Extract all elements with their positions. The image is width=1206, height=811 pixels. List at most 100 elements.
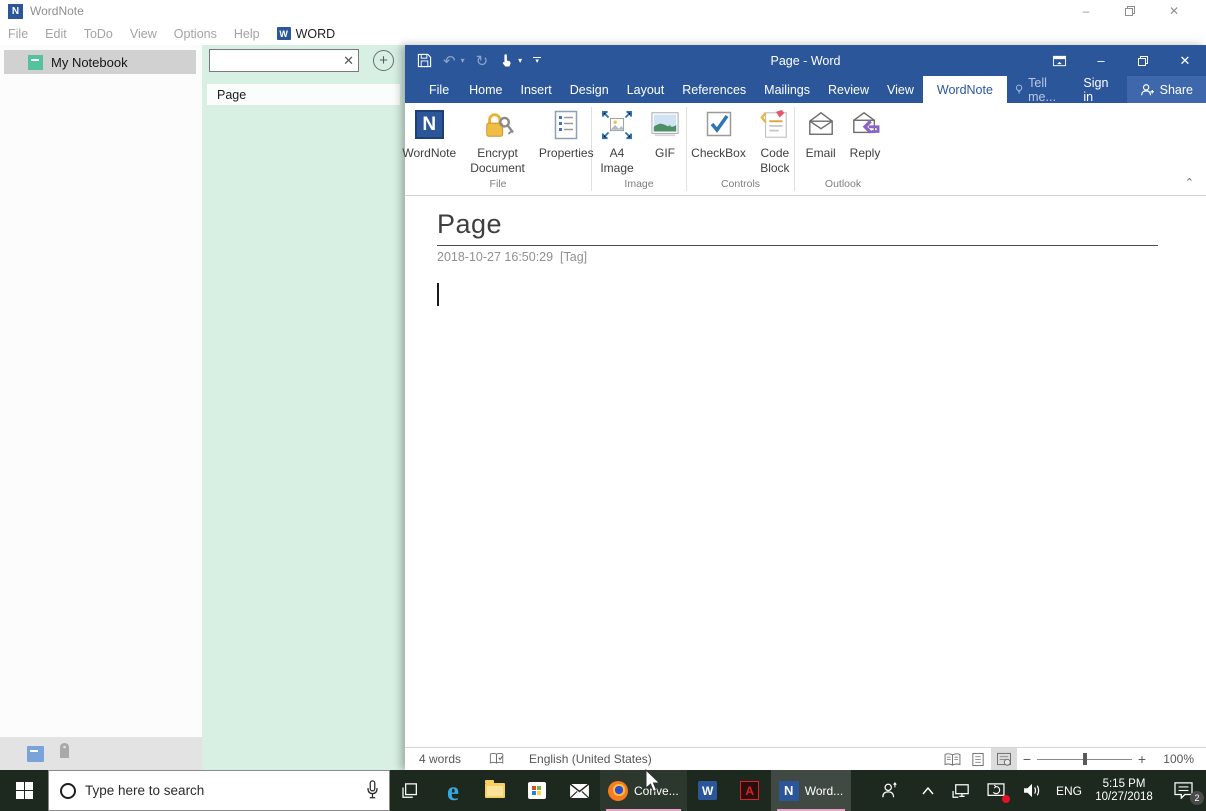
- windows-logo-icon: [16, 782, 33, 799]
- menu-view[interactable]: View: [130, 27, 157, 41]
- sidebar-item-my-notebook[interactable]: My Notebook: [4, 50, 196, 74]
- tab-insert[interactable]: Insert: [512, 76, 561, 103]
- reply-button[interactable]: Reply: [844, 108, 887, 161]
- save-icon[interactable]: [417, 53, 432, 68]
- menu-word[interactable]: W WORD: [277, 27, 336, 41]
- system-tray: ENG 5:15 PM 10/27/2018 2: [868, 770, 1206, 811]
- redo-icon[interactable]: ↻: [476, 52, 489, 70]
- tab-mailings[interactable]: Mailings: [755, 76, 819, 103]
- tab-file[interactable]: File: [418, 76, 460, 103]
- clock-time: 5:15 PM: [1095, 778, 1153, 791]
- wordnote-restore-button[interactable]: [1108, 0, 1152, 22]
- zoom-out-button[interactable]: −: [1017, 751, 1037, 767]
- read-mode-button[interactable]: [939, 748, 965, 770]
- tab-references[interactable]: References: [673, 76, 755, 103]
- checkbox-button[interactable]: CheckBox: [685, 108, 752, 161]
- customize-qat-icon[interactable]: ▾: [533, 57, 541, 64]
- zoom-percentage[interactable]: 100%: [1152, 752, 1194, 766]
- undo-icon[interactable]: ↶: [443, 52, 456, 70]
- notes-search-box[interactable]: ✕: [209, 49, 359, 72]
- note-list-item-page[interactable]: Page: [207, 84, 400, 105]
- menu-edit[interactable]: Edit: [45, 27, 67, 41]
- security-notification-button[interactable]: [978, 770, 1014, 811]
- wordnote-ribbon-button[interactable]: N WordNote: [396, 108, 462, 161]
- web-layout-button[interactable]: [991, 748, 1017, 770]
- search-clear-icon[interactable]: ✕: [343, 53, 354, 69]
- action-center-button[interactable]: 2: [1160, 770, 1206, 811]
- a4-image-button[interactable]: A4 Image: [592, 108, 642, 176]
- document-canvas[interactable]: Page 2018-10-27 16:50:29 [Tag]: [405, 196, 1206, 747]
- clock[interactable]: 5:15 PM 10/27/2018: [1088, 770, 1160, 811]
- tab-layout[interactable]: Layout: [618, 76, 674, 103]
- menu-help[interactable]: Help: [234, 27, 260, 41]
- microphone-icon[interactable]: [366, 780, 379, 805]
- touch-mode-icon[interactable]: [499, 53, 513, 68]
- notebook-blue-icon[interactable]: [27, 746, 44, 762]
- menu-file[interactable]: File: [8, 27, 28, 41]
- wordnote-taskbar-button[interactable]: N Word...: [771, 770, 851, 811]
- word-count[interactable]: 4 words: [419, 752, 461, 766]
- word-minimize-button[interactable]: –: [1080, 45, 1122, 76]
- wordnote-close-button[interactable]: ✕: [1152, 0, 1196, 22]
- zoom-slider[interactable]: [1037, 748, 1132, 770]
- add-page-button[interactable]: +: [373, 50, 394, 71]
- padlock-key-icon: [482, 110, 514, 146]
- tab-design[interactable]: Design: [561, 76, 618, 103]
- proofing-icon[interactable]: [489, 752, 505, 766]
- wordnote-titlebar[interactable]: N WordNote – ✕: [0, 0, 1206, 22]
- wordnote-minimize-button[interactable]: –: [1064, 0, 1108, 22]
- wordnote-app-icon-taskbar: N: [779, 781, 799, 801]
- sign-in-button[interactable]: Sign in: [1073, 76, 1122, 104]
- share-button[interactable]: Share: [1127, 76, 1206, 103]
- menu-options[interactable]: Options: [174, 27, 217, 41]
- network-button[interactable]: [944, 770, 978, 811]
- edge-button[interactable]: e: [432, 770, 474, 811]
- tab-review[interactable]: Review: [819, 76, 878, 103]
- show-hidden-icons-button[interactable]: [912, 770, 944, 811]
- word-status-bar: 4 words English (United States): [405, 747, 1206, 770]
- language-indicator[interactable]: ENG: [1050, 770, 1088, 811]
- menu-todo[interactable]: ToDo: [84, 27, 113, 41]
- word-taskbar-button[interactable]: W: [687, 770, 729, 811]
- firefox-taskbar-button[interactable]: Conve...: [600, 770, 687, 811]
- tab-view[interactable]: View: [878, 76, 923, 103]
- undo-dropdown-icon[interactable]: ▾: [461, 56, 465, 65]
- properties-list-icon: [552, 110, 580, 146]
- task-view-button[interactable]: [390, 770, 432, 811]
- acrobat-taskbar-button[interactable]: A: [729, 770, 771, 811]
- tag-icon[interactable]: [58, 742, 71, 765]
- code-block-button[interactable]: Code Block: [754, 108, 796, 176]
- word-close-button[interactable]: ✕: [1164, 45, 1206, 76]
- store-icon: [528, 782, 546, 799]
- print-layout-button[interactable]: [965, 748, 991, 770]
- encrypt-document-button[interactable]: Encrypt Document: [464, 108, 531, 176]
- collapse-ribbon-icon[interactable]: ⌃: [1185, 176, 1194, 189]
- volume-button[interactable]: [1014, 770, 1050, 811]
- taskbar-search-box[interactable]: Type here to search: [48, 770, 390, 811]
- document-title-block: Page: [437, 209, 1158, 246]
- store-button[interactable]: [516, 770, 558, 811]
- touch-mode-dropdown-icon[interactable]: ▾: [518, 56, 522, 65]
- tab-home[interactable]: Home: [460, 76, 511, 103]
- notes-search-input[interactable]: [210, 50, 338, 71]
- ribbon-display-options-button[interactable]: [1038, 45, 1080, 76]
- lightbulb-icon: [1015, 82, 1023, 97]
- language-status[interactable]: English (United States): [529, 752, 652, 766]
- mail-button[interactable]: [558, 770, 600, 811]
- file-explorer-button[interactable]: [474, 770, 516, 811]
- group-label-file: File: [405, 178, 591, 195]
- email-button[interactable]: Email: [800, 108, 842, 161]
- gif-button[interactable]: GIF: [644, 108, 686, 161]
- document-heading[interactable]: Page: [437, 209, 1158, 240]
- alert-badge: [1002, 795, 1010, 803]
- document-timestamp[interactable]: 2018-10-27 16:50:29 [Tag]: [437, 250, 1206, 264]
- zoom-slider-thumb[interactable]: [1083, 753, 1087, 765]
- people-button[interactable]: [868, 770, 912, 811]
- word-restore-button[interactable]: [1122, 45, 1164, 76]
- zoom-in-button[interactable]: +: [1132, 751, 1152, 767]
- tab-wordnote[interactable]: WordNote: [923, 76, 1007, 103]
- tell-me-box[interactable]: Tell me...: [1007, 76, 1073, 104]
- word-titlebar[interactable]: ↶ ▾ ↻ ▾ ▾ Page - Word: [405, 45, 1206, 76]
- properties-button[interactable]: Properties: [533, 108, 600, 161]
- start-button[interactable]: [0, 770, 48, 811]
